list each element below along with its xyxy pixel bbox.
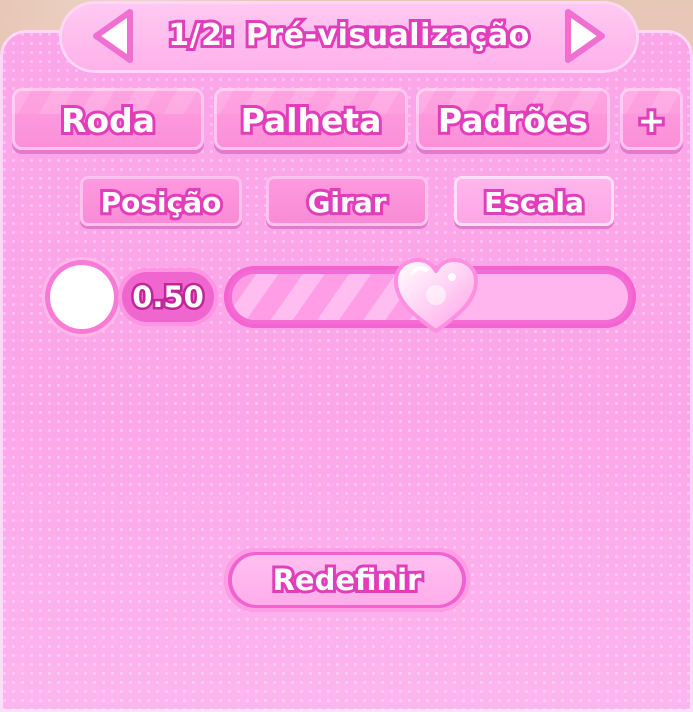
color-swatch[interactable] — [50, 265, 114, 329]
tab-palheta[interactable]: Palheta — [214, 88, 408, 150]
heart-icon[interactable] — [390, 255, 482, 337]
subtab-label: Posição — [98, 183, 225, 222]
title-bar: 1/2: Pré-visualização — [62, 4, 636, 70]
page-title: 1/2: Pré-visualização — [165, 15, 532, 56]
plus-icon: + — [635, 98, 669, 143]
subtab-posicao[interactable]: Posição — [80, 176, 242, 226]
tab-roda[interactable]: Roda — [12, 88, 204, 150]
tab-padroes[interactable]: Padrões — [416, 88, 610, 150]
reset-button-label: Redefinir — [270, 560, 425, 600]
subtab-girar[interactable]: Girar — [266, 176, 428, 226]
triangle-left-icon[interactable] — [86, 6, 146, 66]
tab-more[interactable]: + — [620, 88, 683, 150]
tab-label: Padrões — [435, 98, 591, 143]
reset-button[interactable]: Redefinir — [224, 548, 470, 612]
subtab-label: Escala — [481, 183, 587, 222]
value-text: 0.50 — [130, 278, 207, 317]
triangle-right-icon[interactable] — [552, 6, 612, 66]
subtab-label: Girar — [304, 183, 389, 222]
value-display: 0.50 — [118, 268, 218, 326]
subtab-escala[interactable]: Escala — [454, 176, 614, 226]
tab-label: Roda — [58, 98, 158, 143]
tab-label: Palheta — [238, 98, 385, 143]
